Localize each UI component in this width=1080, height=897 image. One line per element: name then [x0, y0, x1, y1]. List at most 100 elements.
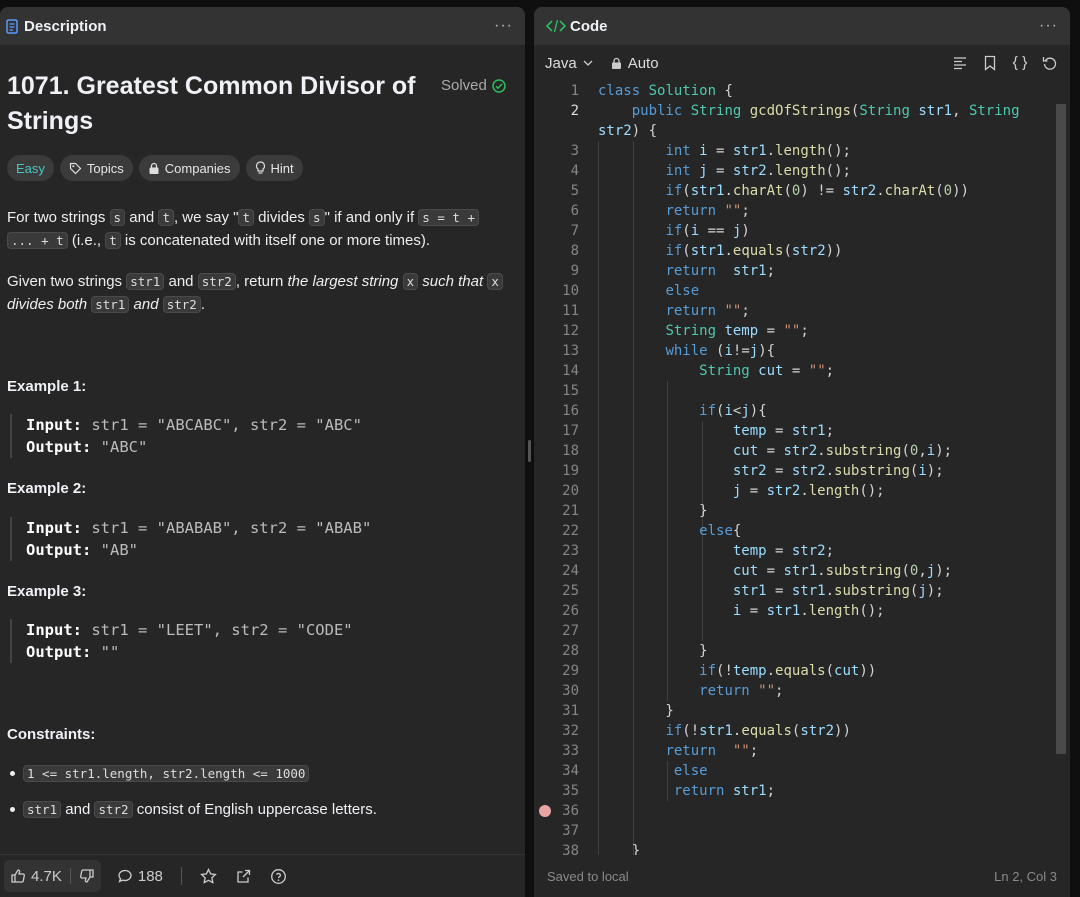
description-panel-header: Description ···: [0, 7, 525, 45]
input-label: Input:: [26, 621, 82, 639]
editor-toolbar: Java Auto: [534, 45, 1070, 81]
line-number: 29: [562, 663, 579, 679]
line-number: 17: [562, 423, 579, 439]
save-status: Saved to local: [547, 868, 629, 884]
line-number: 22: [562, 523, 579, 539]
language-selector[interactable]: Java: [545, 55, 593, 72]
favorite-button[interactable]: [194, 860, 223, 892]
companies-tag[interactable]: Companies: [138, 155, 240, 181]
document-icon: [6, 18, 18, 34]
inline-code: ... + t: [7, 232, 68, 249]
topics-tag[interactable]: Topics: [59, 155, 133, 181]
line-number: 10: [562, 283, 579, 299]
constraints-heading: Constraints:: [7, 726, 96, 743]
line-number: 38: [562, 843, 579, 855]
comment-icon: [118, 869, 132, 883]
inline-code: str2: [197, 273, 236, 290]
line-number: 27: [562, 623, 579, 639]
line-number: 35: [562, 783, 579, 799]
line-number: 7: [570, 223, 579, 239]
emphasis-text: and: [129, 296, 163, 313]
more-options-icon[interactable]: ···: [1039, 17, 1058, 35]
line-number: 12: [562, 323, 579, 339]
line-number: 33: [562, 743, 579, 759]
vertical-scrollbar[interactable]: [1056, 104, 1066, 754]
line-number: 26: [562, 603, 579, 619]
inline-code: str1: [91, 296, 130, 313]
code-editor[interactable]: 1 class Solution { 2 public String gcdOfS…: [534, 81, 1070, 855]
line-number: 6: [570, 203, 579, 219]
solved-status: Solved: [441, 77, 506, 94]
inline-code: t: [238, 209, 255, 226]
example-3-heading: Example 3:: [7, 583, 87, 600]
text: " if and only if: [324, 209, 419, 226]
format-lines-icon[interactable]: [951, 54, 969, 72]
constraint-item-2: str1 and str2 consist of English upperca…: [10, 801, 377, 818]
example-2-heading: Example 2:: [7, 480, 87, 497]
line-number: 3: [570, 143, 579, 159]
mode-label: Auto: [627, 54, 659, 72]
language-label: Java: [545, 54, 577, 72]
share-button[interactable]: [229, 860, 258, 892]
line-number: 16: [562, 403, 579, 419]
cursor-position: Ln 2, Col 3: [994, 868, 1057, 884]
bookmark-icon[interactable]: [981, 54, 999, 72]
description-footer: 4.7K 188: [0, 854, 525, 897]
code-brackets-icon: [546, 19, 566, 33]
text: For two strings: [7, 209, 110, 226]
text: and: [125, 209, 159, 226]
text: and: [164, 273, 198, 290]
inline-code: s = t +: [418, 209, 479, 226]
comment-count: 188: [137, 867, 163, 885]
inline-code: x: [487, 273, 503, 290]
line-number: 11: [562, 303, 579, 319]
question-circle-icon: [270, 868, 286, 884]
line-number: 1: [570, 83, 579, 99]
more-options-icon[interactable]: ···: [494, 17, 513, 35]
companies-label: Companies: [164, 160, 231, 176]
difficulty-badge[interactable]: Easy: [7, 155, 54, 181]
lock-icon: [611, 57, 621, 69]
line-number: 23: [562, 543, 579, 559]
text: , return: [235, 273, 288, 290]
help-button[interactable]: [264, 860, 293, 892]
bullet-dot: [10, 771, 15, 776]
like-button[interactable]: 4.7K: [4, 860, 101, 892]
emphasis-text: such that: [418, 273, 488, 290]
description-tab-label[interactable]: Description: [24, 18, 107, 35]
hint-tag[interactable]: Hint: [245, 155, 303, 181]
example-3-box: Input: str1 = "LEET", str2 = "CODE" Outp…: [10, 619, 353, 663]
code-panel: Code ··· Java Auto 1 class Solution { 2 p…: [534, 7, 1070, 897]
code-tab-label[interactable]: Code: [570, 18, 608, 35]
line-number: 15: [562, 383, 579, 399]
thumbs-down-icon[interactable]: [79, 868, 95, 884]
line-number: 14: [562, 363, 579, 379]
output-label: Output:: [26, 541, 92, 559]
editor-status-bar: Saved to local Ln 2, Col 3: [534, 855, 1070, 897]
inline-code: t: [105, 232, 121, 249]
code-panel-header: Code ···: [534, 7, 1070, 45]
line-number: 13: [562, 343, 579, 359]
inline-code: str2: [162, 296, 201, 313]
line-number: 28: [562, 643, 579, 659]
reset-icon[interactable]: [1041, 54, 1059, 72]
input-value: str1 = "ABCABC", str2 = "ABC": [82, 416, 362, 434]
auto-mode-toggle[interactable]: Auto: [611, 55, 659, 72]
hint-label: Hint: [270, 160, 294, 176]
comments-button[interactable]: 188: [111, 860, 169, 892]
line-number: 18: [562, 443, 579, 459]
text: is concatenated with itself one or more …: [120, 232, 431, 249]
output-value: "": [91, 643, 120, 661]
line-number: 36: [562, 803, 579, 819]
inline-code: s: [109, 209, 126, 226]
line-number: 9: [570, 263, 579, 279]
panel-resize-handle[interactable]: [528, 440, 531, 462]
input-value: str1 = "ABABAB", str2 = "ABAB": [82, 519, 372, 537]
bullet-dot: [10, 807, 15, 812]
curly-braces-icon[interactable]: [1011, 54, 1029, 72]
text: , we say ": [173, 209, 239, 226]
inline-code: str1: [126, 273, 165, 290]
topics-label: Topics: [86, 160, 124, 176]
text: (i.e.,: [67, 232, 106, 249]
toolbar-actions: [951, 54, 1059, 72]
